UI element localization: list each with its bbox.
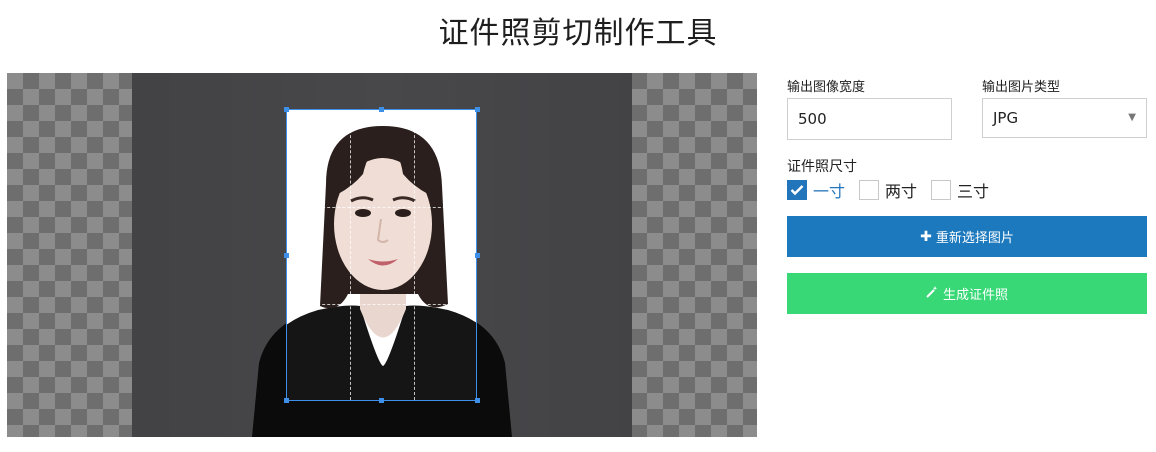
crop-handle-left[interactable] [284,253,289,258]
page-title: 证件照剪切制作工具 [438,16,718,51]
crop-guide-line [350,110,351,400]
size-option-label: 一寸 [813,182,846,201]
crop-handle-right[interactable] [475,253,480,258]
type-label: 输出图片类型 [982,80,1061,95]
check-icon [790,185,804,196]
crop-selection-box[interactable] [286,109,477,401]
size-options: 一寸 两寸 三寸 [787,178,1003,202]
crop-handle-bottom[interactable] [379,398,384,403]
output-type-value: JPG [993,109,1019,127]
output-type-select[interactable]: JPG ▼ [982,98,1147,138]
checkbox-unchecked[interactable] [931,180,952,200]
crop-guide-line [287,304,476,305]
size-option-3-inch[interactable]: 三寸 [931,178,989,202]
crop-handle-bottom-right[interactable] [475,398,480,403]
magic-wand-icon [926,285,939,302]
generate-button-label: 生成证件照 [942,288,1008,303]
crop-handle-top-right[interactable] [475,107,480,112]
reselect-image-button[interactable]: ✚ 重新选择图片 [787,216,1147,257]
plus-icon: ✚ [920,228,932,245]
checkbox-unchecked[interactable] [859,180,880,200]
reselect-button-label: 重新选择图片 [935,231,1014,246]
caret-down-icon: ▼ [1128,112,1136,123]
crop-handle-top[interactable] [379,107,384,112]
output-width-input[interactable] [787,98,952,140]
size-option-1-inch[interactable]: 一寸 [787,178,845,202]
crop-guide-line [414,110,415,400]
crop-handle-bottom-left[interactable] [284,398,289,403]
size-option-label: 三寸 [957,182,990,201]
generate-photo-button[interactable]: 生成证件照 [787,273,1147,314]
checkbox-checked[interactable] [787,180,807,200]
size-label: 证件照尺寸 [787,159,857,175]
image-cropper-canvas[interactable] [7,73,757,437]
width-label: 输出图像宽度 [787,80,866,95]
crop-guide-line [287,207,476,208]
size-option-2-inch[interactable]: 两寸 [859,178,917,202]
crop-preview-figure [287,126,476,400]
size-option-label: 两寸 [885,182,918,201]
crop-handle-top-left[interactable] [284,107,289,112]
